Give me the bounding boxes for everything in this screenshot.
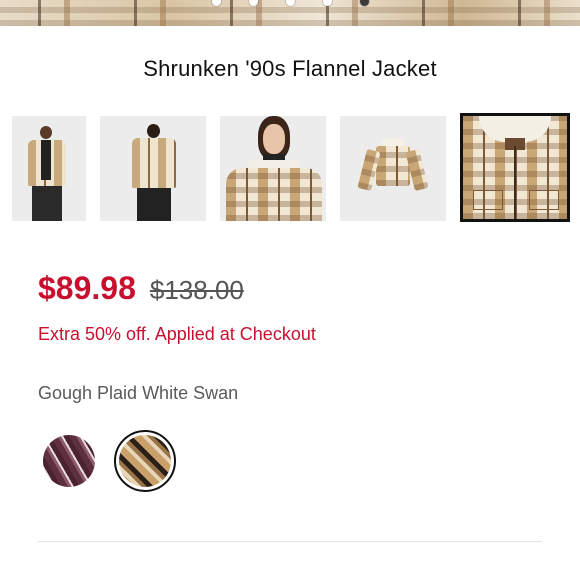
color-swatches	[38, 430, 176, 492]
hero-image[interactable]	[0, 0, 580, 26]
thumbnail-flat-lay-view[interactable]	[340, 116, 446, 221]
carousel-dot[interactable]	[322, 0, 332, 6]
carousel-dot-active[interactable]	[359, 0, 369, 6]
carousel-dot[interactable]	[248, 0, 258, 6]
carousel-dots	[0, 0, 580, 12]
thumbnail-closeup-view[interactable]	[220, 116, 326, 221]
swatch-image	[43, 435, 95, 487]
thumbnail-collar-detail-view[interactable]	[460, 113, 570, 222]
divider	[38, 541, 542, 542]
thumbnail-front-view[interactable]	[12, 116, 86, 221]
promo-text: Extra 50% off. Applied at Checkout	[38, 324, 316, 344]
carousel-dot[interactable]	[211, 0, 221, 6]
carousel-dot[interactable]	[285, 0, 295, 6]
product-title: Shrunken '90s Flannel Jacket	[143, 56, 437, 81]
thumbnail-back-view[interactable]	[100, 116, 206, 221]
thumbnail-strip	[12, 113, 570, 222]
original-price: $138.00	[149, 275, 244, 305]
sale-price: $89.98	[38, 270, 136, 306]
price-row: $89.98 $138.00	[38, 270, 244, 307]
swatch-gough-plaid-white-swan[interactable]	[114, 430, 176, 492]
swatch-image	[119, 435, 171, 487]
swatch-purple-plaid[interactable]	[38, 430, 100, 492]
selected-color-name: Gough Plaid White Swan	[38, 383, 239, 403]
